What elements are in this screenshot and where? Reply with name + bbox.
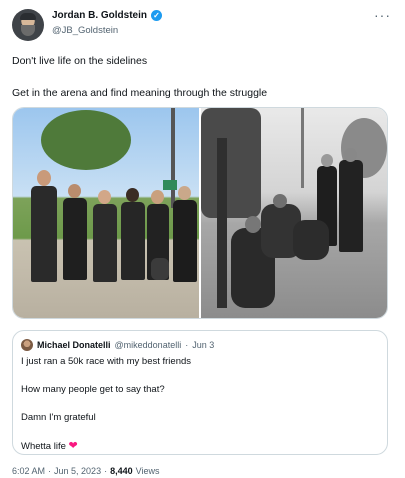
quoted-author-avatar — [21, 339, 33, 351]
quoted-text-final: Whetta life — [21, 441, 66, 452]
quoted-author-name: Michael Donatelli — [37, 340, 111, 350]
runner-head — [68, 184, 81, 198]
runner-head — [273, 194, 287, 208]
runner-head — [98, 190, 111, 204]
quoted-text-line: How many people get to say that? — [21, 384, 165, 395]
quoted-text-line: Whetta life ❤ — [21, 439, 78, 452]
group-photo-sitting[interactable] — [201, 108, 387, 318]
runner-head — [245, 216, 261, 233]
author-avatar[interactable] — [12, 9, 44, 41]
runner — [93, 204, 117, 282]
meta-separator: · — [48, 466, 52, 476]
tweet: Jordan B. Goldstein ✓ @JB_Goldstein ··· … — [0, 0, 405, 478]
tweet-text-line-2: Get in the arena and find meaning throug… — [12, 87, 268, 99]
verified-badge-icon[interactable]: ✓ — [151, 10, 163, 21]
runner-head — [321, 154, 333, 167]
runner-head — [126, 188, 139, 202]
tweet-meta: 6:02 AM · Jun 5, 2023 · 8,440 Views — [12, 466, 159, 476]
tweet-text-line-1: Don't live life on the sidelines — [12, 55, 148, 67]
quoted-text-line: I just ran a 50k race with my best frien… — [21, 356, 192, 367]
tweet-time[interactable]: 6:02 AM — [12, 466, 45, 476]
runner-head — [37, 170, 51, 186]
avatar-cap — [20, 13, 36, 20]
avatar-beard — [21, 25, 35, 36]
author-name-row: Jordan B. Goldstein ✓ — [52, 10, 163, 21]
quoted-text-line: Damn I'm grateful — [21, 412, 96, 423]
runner — [63, 198, 87, 280]
quoted-separator: · — [185, 340, 189, 350]
views-count: 8,440 — [110, 466, 133, 476]
tweet-media — [12, 107, 388, 319]
road-sign — [163, 180, 177, 190]
runner-head — [151, 190, 164, 204]
runner — [31, 186, 57, 282]
tree — [41, 110, 131, 170]
quoted-tweet-header: Michael Donatelli @mikeddonatelli · Jun … — [37, 340, 214, 350]
tree — [201, 108, 261, 218]
quoted-tweet[interactable]: Michael Donatelli @mikeddonatelli · Jun … — [12, 330, 388, 455]
author-display-name[interactable]: Jordan B. Goldstein — [52, 10, 147, 21]
runner — [121, 202, 145, 280]
heart-icon: ❤ — [68, 440, 78, 452]
street-pole — [301, 108, 304, 188]
tweet-date[interactable]: Jun 5, 2023 — [54, 466, 101, 476]
author-handle[interactable]: @JB_Goldstein — [52, 25, 118, 36]
quoted-author-handle: @mikeddonatelli — [114, 340, 182, 350]
group-photo-standing[interactable] — [13, 108, 199, 318]
meta-separator: · — [104, 466, 108, 476]
runner-head — [344, 148, 357, 162]
runner-head — [178, 186, 191, 200]
street-pole — [171, 108, 175, 208]
runner — [173, 200, 197, 282]
runner-sitting — [293, 220, 329, 260]
more-options-icon[interactable]: ··· — [374, 7, 391, 23]
tree-trunk — [217, 138, 227, 308]
runner-standing — [339, 160, 363, 252]
dog — [151, 258, 169, 280]
views-label: Views — [135, 466, 160, 476]
quoted-date: Jun 3 — [192, 340, 215, 350]
